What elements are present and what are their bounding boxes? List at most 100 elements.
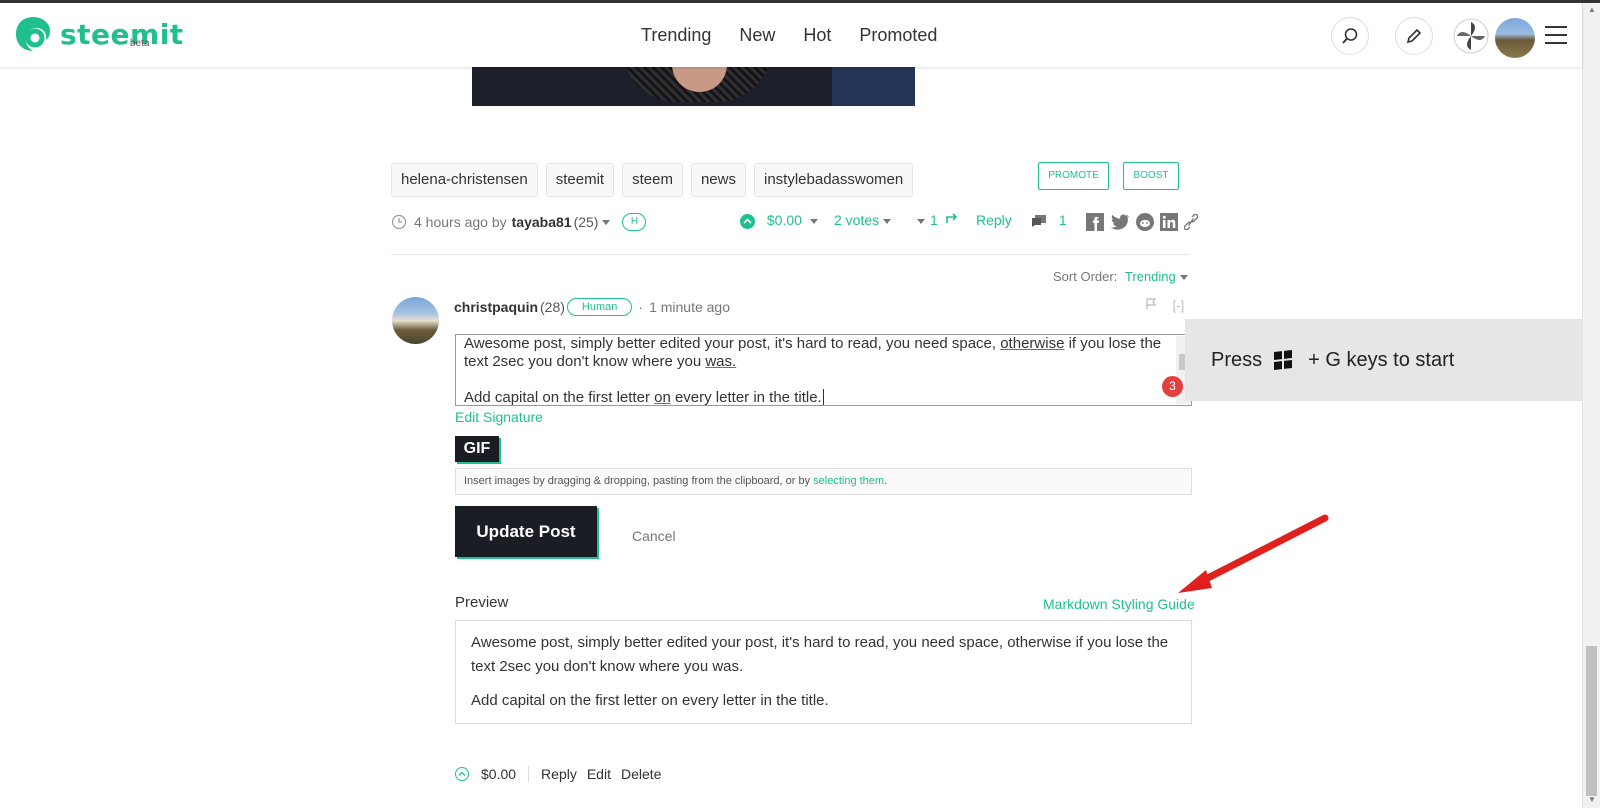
misspelled-word: otherwise xyxy=(1000,335,1065,352)
search-button[interactable] xyxy=(1331,17,1369,55)
gif-button[interactable]: GIF xyxy=(455,436,499,462)
comment-delete-link[interactable]: Delete xyxy=(621,766,661,782)
sort-caret-icon[interactable] xyxy=(1179,275,1188,281)
post-comments[interactable]: 1 xyxy=(1031,212,1067,228)
promote-button[interactable]: PROMOTE xyxy=(1038,162,1109,190)
comment-time[interactable]: 1 minute ago xyxy=(649,299,730,315)
select-images-link[interactable]: selecting them xyxy=(813,475,884,487)
upvote-icon[interactable] xyxy=(740,213,755,229)
clock-icon xyxy=(391,214,407,230)
scroll-down-icon[interactable]: ▼ xyxy=(1588,795,1596,804)
editor-text: Awesome post, simply better edited your … xyxy=(464,335,1001,352)
tag-item[interactable]: instylebadasswomen xyxy=(754,163,914,197)
comment-upvote-icon[interactable] xyxy=(455,767,469,781)
twitter-icon[interactable] xyxy=(1110,213,1130,231)
scroll-up-icon[interactable]: ▲ xyxy=(1588,5,1596,14)
votes-count[interactable]: 2 votes xyxy=(834,212,892,228)
dropzone-text: Insert images by dragging & dropping, pa… xyxy=(464,475,814,487)
image-dropzone[interactable]: Insert images by dragging & dropping, pa… xyxy=(455,468,1192,495)
scroll-thumb[interactable] xyxy=(1586,646,1597,796)
tag-item[interactable]: news xyxy=(690,163,746,197)
nav-new[interactable]: New xyxy=(739,25,775,46)
update-post-button[interactable]: Update Post xyxy=(455,506,597,557)
editor-text: every letter in the title. xyxy=(670,389,822,406)
collapse-toggle[interactable]: [-] xyxy=(1173,298,1185,313)
post-meta: 4 hours ago by tayaba81 (25) H xyxy=(391,213,647,231)
post-image xyxy=(472,67,915,106)
flag-icon[interactable] xyxy=(1145,298,1157,310)
linkedin-icon[interactable] xyxy=(1160,213,1178,231)
misspelled-word: on xyxy=(654,389,671,406)
beta-label: beta xyxy=(130,38,150,49)
site-header: steemit beta Trending New Hot Promoted xyxy=(0,3,1582,67)
search-icon xyxy=(1342,28,1358,44)
sort-order: Sort Order: Trending xyxy=(1053,269,1188,284)
tag-list: helena-christensen steemit steem news in… xyxy=(391,163,914,197)
comment-edit-link[interactable]: Edit xyxy=(587,766,611,782)
post-vote: $0.00 xyxy=(740,212,818,229)
windows-key-icon xyxy=(1274,350,1293,370)
steemit-logo[interactable]: steemit xyxy=(14,15,184,53)
resteem-count[interactable]: 1 xyxy=(930,212,959,228)
preview-label: Preview xyxy=(455,594,509,611)
markdown-guide-link[interactable]: Markdown Styling Guide xyxy=(1043,596,1195,612)
footer-divider xyxy=(528,766,530,782)
preview-paragraph: Awesome post, simply better edited your … xyxy=(471,634,1169,675)
submit-story-button[interactable] xyxy=(1395,17,1433,55)
votes-label: 2 votes xyxy=(834,212,880,228)
tag-item[interactable]: steem xyxy=(622,163,683,197)
post-author[interactable]: tayaba81 xyxy=(512,214,572,230)
hamburger-icon[interactable] xyxy=(1545,26,1567,50)
main-nav: Trending New Hot Promoted xyxy=(641,25,937,46)
copy-link-icon[interactable] xyxy=(1184,214,1198,230)
user-avatar[interactable] xyxy=(1495,18,1535,58)
comment-reply-link[interactable]: Reply xyxy=(541,766,577,782)
resteem-icon xyxy=(945,213,957,223)
text-cursor xyxy=(822,389,824,405)
comment-header: christpaquin (28) Human · 1 minute ago xyxy=(454,298,730,316)
sort-dropdown[interactable]: Trending xyxy=(1125,269,1176,284)
author-dropdown-icon[interactable] xyxy=(602,219,611,225)
comment-reputation: (28) xyxy=(540,299,565,315)
toast-press: Press xyxy=(1211,348,1263,371)
game-bar-toast: Press + G keys to start xyxy=(1185,319,1582,401)
downvote-icon[interactable] xyxy=(917,219,925,224)
comment-avatar[interactable] xyxy=(392,297,439,344)
nav-hot[interactable]: Hot xyxy=(803,25,831,46)
cancel-button[interactable]: Cancel xyxy=(632,528,676,544)
tag-item[interactable]: steemit xyxy=(545,163,615,197)
author-badge: H xyxy=(622,213,647,231)
brand-name: steemit xyxy=(60,17,184,51)
editor-line-2: Add capital on the first letter on every… xyxy=(464,389,1169,406)
pinwheel-icon xyxy=(1453,18,1489,54)
page-scrollbar[interactable]: ▲ ▼ xyxy=(1582,3,1600,808)
human-badge: Human xyxy=(566,298,633,316)
comment-author[interactable]: christpaquin xyxy=(454,299,538,315)
payout-dropdown-icon[interactable] xyxy=(809,218,818,224)
post-payout[interactable]: $0.00 xyxy=(767,212,802,228)
sort-label: Sort Order: xyxy=(1053,269,1118,284)
spellcheck-count-badge[interactable]: 3 xyxy=(1162,376,1183,397)
comment-editor[interactable]: Awesome post, simply better edited your … xyxy=(455,334,1192,406)
post-reply-link[interactable]: Reply xyxy=(976,212,1012,228)
nav-trending[interactable]: Trending xyxy=(641,25,711,46)
comment-footer: $0.00 Reply Edit Delete xyxy=(455,766,661,782)
preview-paragraph: Add capital on the first letter on every… xyxy=(471,692,829,709)
reddit-icon[interactable] xyxy=(1136,213,1154,231)
comment-tools: [-] xyxy=(1145,298,1184,313)
pinwheel-button[interactable] xyxy=(1452,17,1490,55)
preview-box: Awesome post, simply better edited your … xyxy=(455,620,1192,724)
comments-count: 1 xyxy=(1058,212,1067,228)
nav-promoted[interactable]: Promoted xyxy=(859,25,937,46)
divider xyxy=(391,254,1190,255)
edit-signature-link[interactable]: Edit Signature xyxy=(455,409,543,425)
votes-dropdown-icon xyxy=(883,218,892,224)
facebook-icon[interactable] xyxy=(1086,213,1104,231)
editor-line-1: Awesome post, simply better edited your … xyxy=(464,335,1169,371)
tag-item[interactable]: helena-christensen xyxy=(391,163,538,197)
steemit-logo-icon xyxy=(16,17,50,51)
resteem-number: 1 xyxy=(930,212,938,228)
comment-payout[interactable]: $0.00 xyxy=(481,766,516,782)
comments-icon xyxy=(1032,215,1046,228)
boost-button[interactable]: BOOST xyxy=(1123,162,1179,190)
